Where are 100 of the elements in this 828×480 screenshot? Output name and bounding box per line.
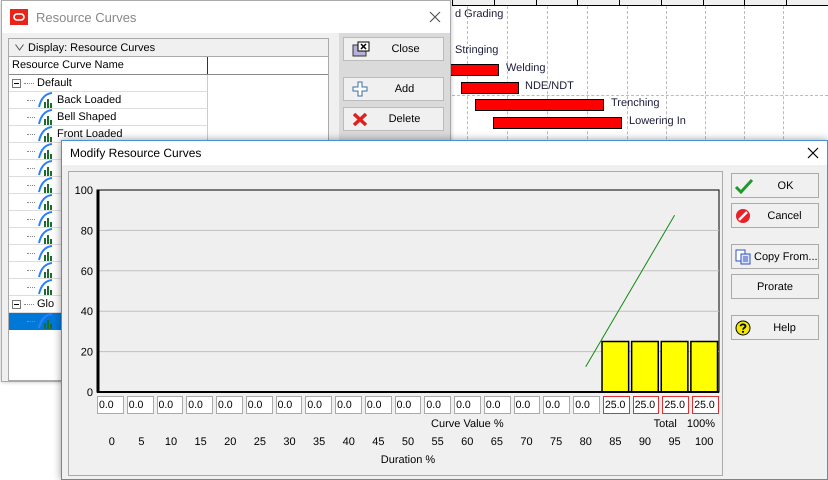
x-tick-label: 0 bbox=[108, 436, 115, 448]
curve-value-field[interactable]: 0.0 bbox=[156, 396, 184, 414]
dialog-title: Modify Resource Curves bbox=[70, 146, 202, 160]
y-tick-label: 60 bbox=[80, 266, 93, 278]
no-entry-icon bbox=[735, 208, 751, 224]
copy-button[interactable]: Copy From... bbox=[731, 244, 819, 269]
x-tick-label: 80 bbox=[580, 436, 592, 448]
tree-row[interactable]: Back Loaded bbox=[9, 92, 328, 109]
x-axis-title: Duration % bbox=[380, 454, 436, 466]
activity-label: NDE/NDT bbox=[525, 80, 574, 92]
curve-value-field[interactable]: 25.0 bbox=[632, 396, 660, 414]
close-button[interactable]: Close bbox=[343, 37, 444, 61]
curve-chart-icon bbox=[38, 92, 54, 108]
tree-row[interactable]: Bell Shaped bbox=[9, 109, 328, 126]
y-tick-label: 40 bbox=[80, 306, 93, 318]
checkmark-icon bbox=[735, 178, 753, 194]
x-tick-label: 95 bbox=[668, 436, 681, 448]
x-tick-label: 55 bbox=[432, 436, 444, 448]
tree-group-label[interactable]: Glo bbox=[37, 298, 54, 310]
curve-chart-icon bbox=[38, 245, 54, 261]
y-tick-label: 80 bbox=[80, 225, 93, 238]
activity-label: Stringing bbox=[455, 44, 498, 56]
curve-value-field[interactable]: 0.0 bbox=[543, 396, 570, 414]
help-button[interactable]: Help bbox=[731, 315, 819, 340]
plus-icon bbox=[352, 81, 368, 97]
y-tick-label: 20 bbox=[80, 346, 93, 359]
dropdown-caret-icon bbox=[15, 44, 24, 51]
tree-group-label[interactable]: Default bbox=[37, 77, 72, 89]
curve-chart-icon bbox=[38, 177, 54, 193]
curve-value-field[interactable]: 0.0 bbox=[186, 396, 214, 414]
x-tick-label: 25 bbox=[254, 436, 266, 448]
delete-x-icon bbox=[352, 111, 368, 127]
x-tick-label: 100 bbox=[695, 436, 714, 448]
column-header[interactable]: Resource Curve Name bbox=[9, 57, 208, 74]
x-tick-label: 30 bbox=[283, 436, 296, 448]
curve-chart-icon bbox=[38, 211, 54, 227]
curve-value-field[interactable]: 25.0 bbox=[692, 396, 719, 414]
close-icon[interactable] bbox=[807, 147, 819, 159]
x-tick-label: 40 bbox=[342, 436, 355, 448]
activity-label: Lowering In bbox=[629, 115, 686, 127]
total-value: 100% bbox=[686, 418, 715, 430]
curve-value-field[interactable]: 0.0 bbox=[424, 396, 452, 414]
curve-value-label: Curve Value % bbox=[431, 418, 504, 430]
curve-value-field[interactable]: 0.0 bbox=[514, 396, 540, 414]
window-close-icon bbox=[352, 41, 370, 57]
activity-label: Welding bbox=[506, 62, 546, 74]
curve-value-field[interactable]: 0.0 bbox=[246, 396, 273, 414]
y-tick-label: 0 bbox=[86, 387, 93, 399]
curve-value-field[interactable]: 0.0 bbox=[305, 396, 332, 414]
x-tick-label: 50 bbox=[402, 436, 414, 448]
ok-button[interactable]: OK bbox=[731, 173, 819, 198]
curve-value-field[interactable]: 0.0 bbox=[216, 396, 243, 414]
x-tick-label: 65 bbox=[490, 436, 503, 448]
curve-value-field[interactable]: 0.0 bbox=[126, 396, 154, 414]
x-tick-label: 15 bbox=[194, 436, 207, 448]
curve-chart-icon bbox=[38, 109, 54, 125]
add-button[interactable]: Add bbox=[343, 77, 444, 101]
close-icon[interactable] bbox=[428, 10, 442, 24]
curve-value-field[interactable]: 0.0 bbox=[454, 396, 481, 414]
x-tick-label: 35 bbox=[313, 436, 326, 448]
y-tick-label: 100 bbox=[74, 185, 93, 197]
curve-value-field[interactable]: 0.0 bbox=[484, 396, 511, 414]
curve-value-field[interactable]: 25.0 bbox=[662, 396, 690, 414]
x-tick-label: 60 bbox=[461, 436, 474, 448]
x-tick-label: 90 bbox=[638, 436, 652, 448]
x-tick-label: 45 bbox=[372, 436, 384, 448]
curve-chart-icon bbox=[38, 160, 54, 176]
x-tick-label: 5 bbox=[138, 436, 144, 448]
activity-label: d Grading bbox=[455, 8, 504, 20]
x-tick-label: 70 bbox=[520, 436, 533, 448]
curve-value-field[interactable]: 0.0 bbox=[394, 396, 422, 414]
display-bar[interactable]: Display: Resource Curves bbox=[9, 39, 328, 57]
prorate-button[interactable]: Prorate bbox=[731, 274, 819, 299]
window-title: Resource Curves bbox=[36, 10, 136, 24]
activity-label: Trenching bbox=[611, 97, 660, 109]
x-tick-label: 10 bbox=[164, 436, 178, 448]
app-logo-icon bbox=[10, 9, 28, 25]
x-tick-label: 75 bbox=[550, 436, 562, 448]
curve-value-field[interactable]: 0.0 bbox=[573, 396, 600, 414]
curve-chart-icon bbox=[38, 279, 54, 295]
curve-value-field[interactable]: 0.0 bbox=[276, 396, 302, 414]
curve-chart-icon bbox=[38, 194, 54, 210]
help-icon bbox=[735, 320, 751, 336]
curve-chart-icon bbox=[38, 262, 54, 278]
curve-chart-icon bbox=[38, 143, 54, 159]
collapse-icon[interactable] bbox=[12, 78, 21, 88]
curve-value-field[interactable]: 0.0 bbox=[335, 396, 362, 414]
curve-value-field[interactable]: 25.0 bbox=[602, 396, 630, 414]
copy-icon bbox=[735, 248, 751, 264]
curve-chart-icon bbox=[38, 313, 54, 329]
cancel-button[interactable]: Cancel bbox=[731, 203, 819, 228]
total-label: Total bbox=[654, 418, 677, 430]
delete-button[interactable]: Delete bbox=[343, 107, 444, 131]
curve-value-field[interactable]: 0.0 bbox=[97, 396, 124, 414]
collapse-icon[interactable] bbox=[12, 300, 21, 308]
curve-chart-icon bbox=[38, 228, 54, 244]
curve-value-field[interactable]: 0.0 bbox=[364, 396, 392, 414]
curve-chart-icon bbox=[38, 126, 54, 142]
x-tick-label: 85 bbox=[609, 436, 622, 448]
x-tick-label: 20 bbox=[224, 436, 236, 448]
